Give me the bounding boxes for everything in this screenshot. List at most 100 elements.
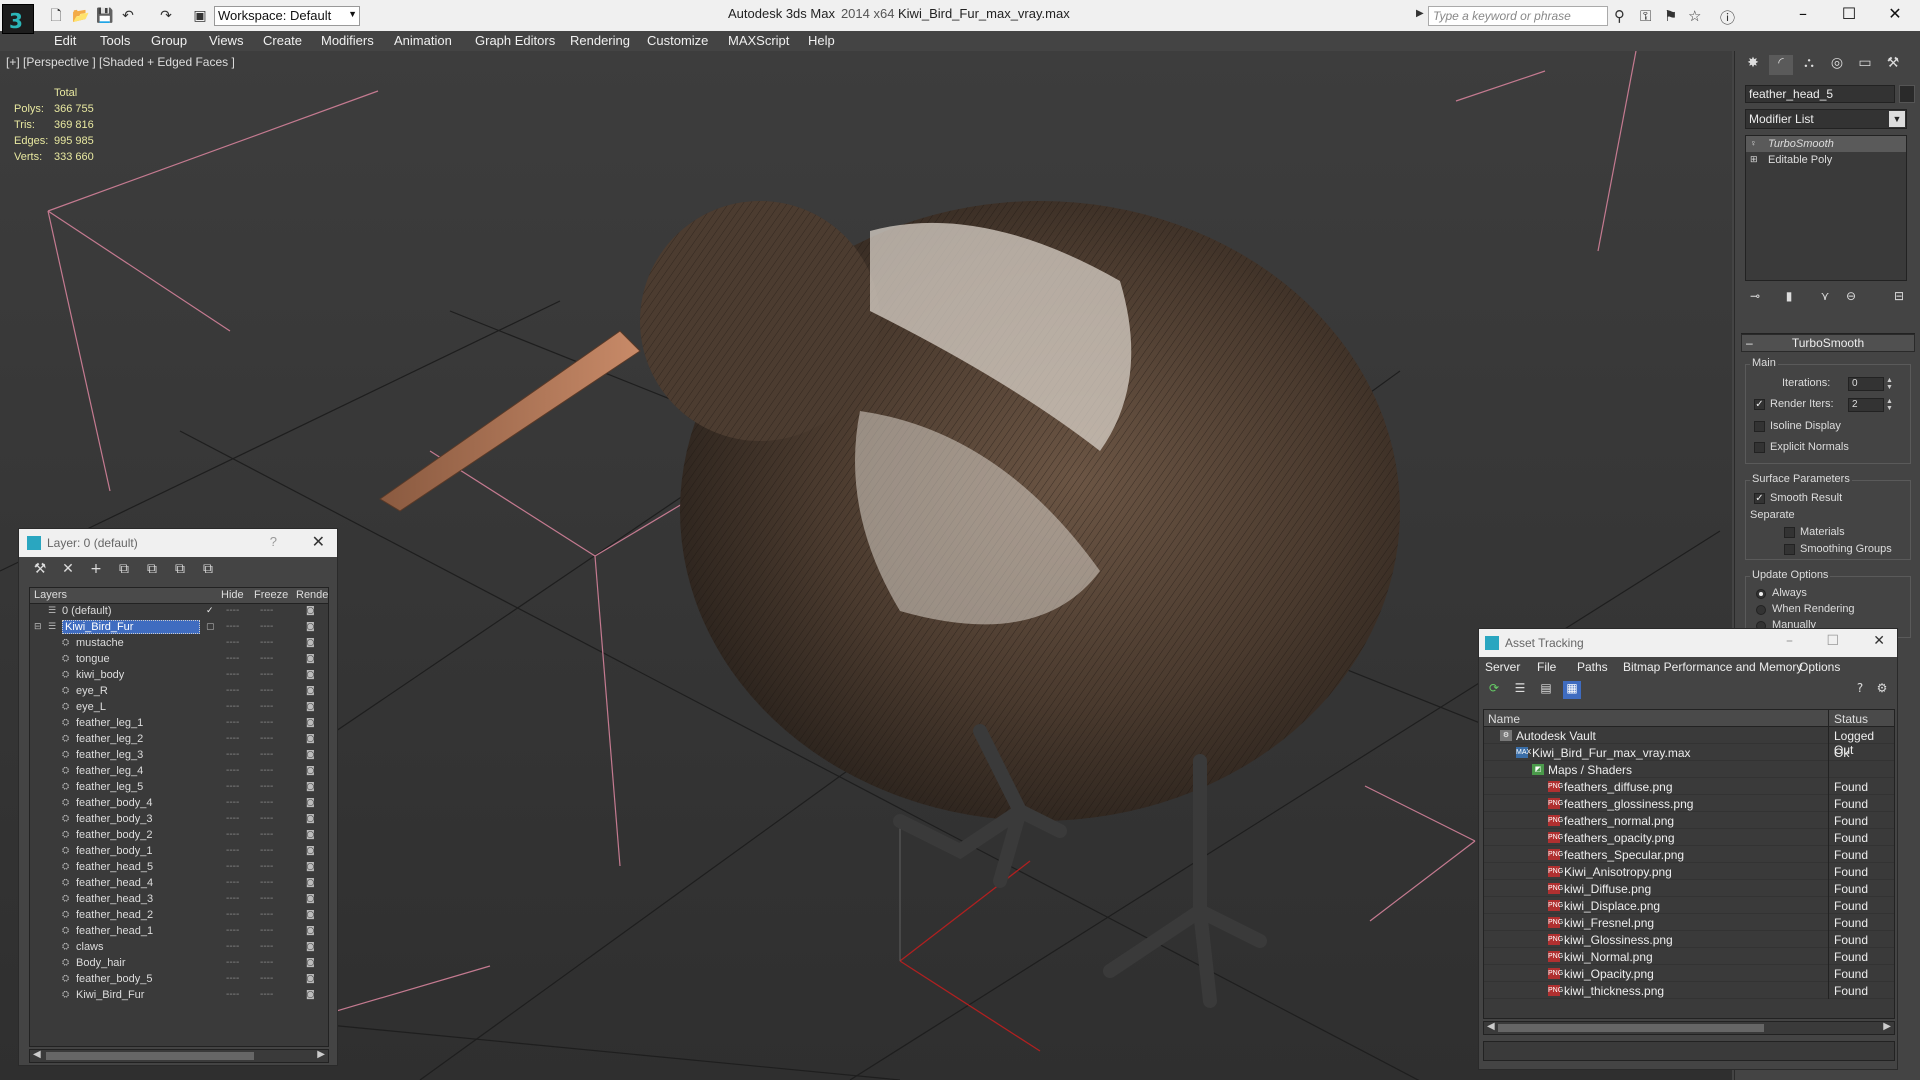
freeze-toggle[interactable]: ---- [260, 797, 273, 808]
freeze-toggle[interactable]: ---- [260, 845, 273, 856]
show-end-result-icon[interactable]: ▮ [1779, 289, 1799, 303]
asset-row[interactable]: ⚙ Autodesk Vault Logged Out [1484, 727, 1894, 757]
hide-toggle[interactable]: ---- [226, 637, 239, 648]
layer-name[interactable]: eye_L [76, 701, 106, 713]
iterations-spinner[interactable]: 0 [1848, 377, 1884, 391]
render-teapot-icon[interactable]: ◙ [306, 830, 316, 841]
hide-toggle[interactable]: ---- [226, 685, 239, 696]
delete-layer-icon[interactable]: ✕ [57, 561, 79, 577]
layer-name[interactable]: eye_R [76, 685, 108, 697]
render-teapot-icon[interactable]: ◙ [306, 958, 316, 969]
list-view-icon[interactable]: ☰ [1511, 681, 1529, 699]
stack-item-editable-poly[interactable]: ⊞ Editable Poly [1746, 152, 1906, 168]
render-teapot-icon[interactable]: ◙ [306, 750, 316, 761]
subscription-icon[interactable]: ⚿ [1640, 7, 1651, 25]
menu-modifiers[interactable]: Modifiers [321, 33, 374, 48]
render-teapot-icon[interactable]: ◙ [306, 910, 316, 921]
layer-row[interactable]: ⛭ feather_leg_3 ---- ---- ◙ [30, 748, 328, 764]
menu-animation[interactable]: Animation [394, 33, 452, 48]
hide-toggle[interactable]: ---- [226, 749, 239, 760]
app-logo-button[interactable]: 3 [2, 4, 34, 34]
layer-row[interactable]: ⛭ Body_hair ---- ---- ◙ [30, 956, 328, 972]
hide-toggle[interactable]: ---- [226, 701, 239, 712]
hide-toggle[interactable]: ---- [226, 717, 239, 728]
layer-name[interactable]: feather_body_5 [76, 973, 152, 985]
binoculars-icon[interactable]: ⚲ [1614, 7, 1625, 25]
help-icon[interactable]: ⓘ [1720, 7, 1735, 28]
layer-name[interactable]: feather_head_1 [76, 925, 153, 937]
asset-row[interactable]: PNG feathers_Specular.png Found [1484, 846, 1894, 863]
render-teapot-icon[interactable]: ◙ [306, 638, 316, 649]
maximize-button[interactable]: ☐ [1826, 2, 1872, 28]
layer-row[interactable]: ⛭ kiwi_body ---- ---- ◙ [30, 668, 328, 684]
freeze-toggle[interactable]: ---- [260, 909, 273, 920]
layer-name[interactable]: feather_leg_1 [76, 717, 143, 729]
modify-tab-icon[interactable]: ◜ [1769, 55, 1793, 75]
render-teapot-icon[interactable]: ◙ [306, 702, 316, 713]
minimize-button[interactable]: – [1786, 633, 1793, 649]
lightbulb-icon[interactable]: ♀ [1750, 138, 1760, 149]
freeze-toggle[interactable]: ---- [260, 765, 273, 776]
hide-toggle[interactable]: ---- [226, 605, 239, 616]
asset-row[interactable]: PNG Kiwi_Anisotropy.png Found [1484, 863, 1894, 880]
hide-toggle[interactable]: ---- [226, 621, 239, 632]
col-render[interactable]: Rende [296, 589, 328, 601]
freeze-toggle[interactable]: ---- [260, 925, 273, 936]
freeze-toggle[interactable]: ---- [260, 685, 273, 696]
asset-row[interactable]: PNG kiwi_Glossiness.png Found [1484, 931, 1894, 948]
communication-icon[interactable]: ⚑ [1664, 7, 1677, 25]
layer-name[interactable]: 0 (default) [62, 605, 112, 617]
layer-row[interactable]: ⛭ eye_L ---- ---- ◙ [30, 700, 328, 716]
explicit-normals-checkbox[interactable] [1754, 442, 1765, 453]
workspace-dropdown[interactable]: Workspace: Default ▼ [214, 6, 360, 26]
when-rendering-radio[interactable] [1756, 605, 1766, 615]
hide-toggle[interactable]: ---- [226, 941, 239, 952]
set-current-layer-icon[interactable]: ▢ [206, 622, 216, 633]
freeze-toggle[interactable]: ---- [260, 973, 273, 984]
layer-row[interactable]: ⛭ feather_head_1 ---- ---- ◙ [30, 924, 328, 940]
render-teapot-icon[interactable]: ◙ [306, 974, 316, 985]
render-teapot-icon[interactable]: ◙ [306, 894, 316, 905]
col-freeze[interactable]: Freeze [254, 589, 288, 601]
scroll-thumb[interactable] [1498, 1024, 1764, 1032]
menu-edit[interactable]: Edit [54, 33, 76, 48]
asset-row[interactable]: PNG feathers_diffuse.png Found [1484, 778, 1894, 795]
always-radio[interactable] [1756, 589, 1766, 599]
render-teapot-icon[interactable]: ◙ [306, 718, 316, 729]
freeze-toggle[interactable]: ---- [260, 621, 273, 632]
close-button[interactable]: ✕ [1872, 2, 1918, 28]
freeze-toggle[interactable]: ---- [260, 701, 273, 712]
close-button[interactable]: ✕ [1873, 633, 1885, 649]
expand-plus-icon[interactable]: ⊞ [1750, 154, 1760, 165]
add-to-layer-icon[interactable]: + [85, 561, 107, 577]
render-teapot-icon[interactable]: ◙ [306, 766, 316, 777]
col-status[interactable]: Status [1834, 712, 1868, 726]
freeze-toggle[interactable]: ---- [260, 733, 273, 744]
col-name[interactable]: Name [1488, 712, 1520, 726]
layer-name[interactable]: Kiwi_Bird_Fur [76, 989, 144, 1001]
render-iters-checkbox[interactable]: ✓ [1754, 399, 1765, 410]
hide-toggle[interactable]: ---- [226, 797, 239, 808]
layer-name[interactable]: mustache [76, 637, 124, 649]
menu-customize[interactable]: Customize [647, 33, 708, 48]
freeze-toggle[interactable]: ---- [260, 717, 273, 728]
save-file-icon[interactable]: 💾 [96, 8, 113, 24]
asset-row[interactable]: PNG kiwi_Displace.png Found [1484, 897, 1894, 914]
column-separator[interactable] [1828, 710, 1829, 727]
freeze-toggle[interactable]: ---- [260, 813, 273, 824]
display-tab-icon[interactable]: ▭ [1853, 55, 1877, 75]
asset-row[interactable]: PNG feathers_normal.png Found [1484, 812, 1894, 829]
freeze-toggle[interactable]: ---- [260, 781, 273, 792]
layer-row[interactable]: ⛭ feather_body_1 ---- ---- ◙ [30, 844, 328, 860]
layer-name[interactable]: claws [76, 941, 104, 953]
render-teapot-icon[interactable]: ◙ [306, 686, 316, 697]
render-teapot-icon[interactable]: ◙ [306, 942, 316, 953]
layer-name[interactable]: feather_body_4 [76, 797, 152, 809]
scroll-left-icon[interactable]: ◀ [33, 1049, 41, 1060]
layer-row[interactable]: ⛭ feather_head_3 ---- ---- ◙ [30, 892, 328, 908]
render-teapot-icon[interactable]: ◙ [306, 654, 316, 665]
asset-menu-server[interactable]: Server [1485, 660, 1520, 674]
scroll-right-icon[interactable]: ▶ [1883, 1021, 1891, 1032]
layer-row[interactable]: ⛭ feather_head_5 ---- ---- ◙ [30, 860, 328, 876]
maximize-button[interactable]: ☐ [1826, 633, 1839, 649]
